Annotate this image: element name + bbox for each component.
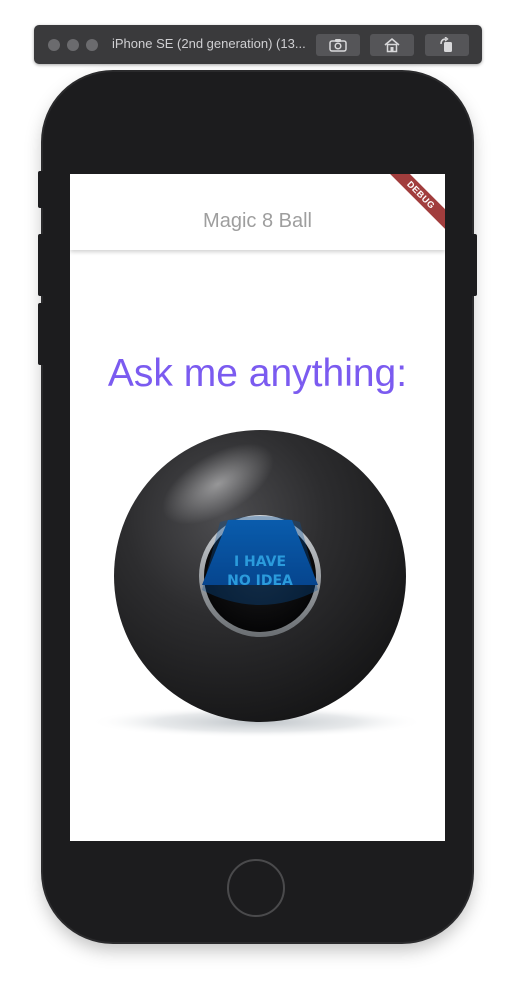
zoom-window-button[interactable]	[86, 39, 98, 51]
mute-switch	[38, 171, 44, 208]
answer-line-1: I HAVE	[234, 554, 286, 570]
magic-8-ball-button[interactable]: I HAVE NO IDEA	[89, 424, 425, 744]
app-bar: Magic 8 Ball	[70, 174, 445, 250]
prompt-text: Ask me anything:	[107, 352, 408, 395]
volume-up-button	[38, 234, 44, 296]
home-button[interactable]	[227, 859, 285, 917]
screenshot-button[interactable]	[316, 34, 360, 56]
app-screen: Magic 8 Ball DEBUG Ask me anything: I HA…	[70, 174, 445, 841]
power-button	[471, 234, 477, 296]
home-icon	[384, 37, 400, 53]
simulator-title: iPhone SE (2nd generation) (13...	[112, 36, 306, 51]
simulator-toolbar: iPhone SE (2nd generation) (13...	[34, 25, 482, 64]
minimize-window-button[interactable]	[67, 39, 79, 51]
answer-line-2: NO IDEA	[227, 573, 293, 589]
home-toolbar-button[interactable]	[370, 34, 414, 56]
magic-8-ball-image: I HAVE NO IDEA	[89, 430, 425, 738]
app-bar-title: Magic 8 Ball	[203, 210, 312, 232]
volume-down-button	[38, 303, 44, 365]
close-window-button[interactable]	[48, 39, 60, 51]
rotate-icon	[440, 37, 452, 52]
camera-icon	[329, 39, 347, 52]
rotate-button[interactable]	[425, 34, 469, 56]
